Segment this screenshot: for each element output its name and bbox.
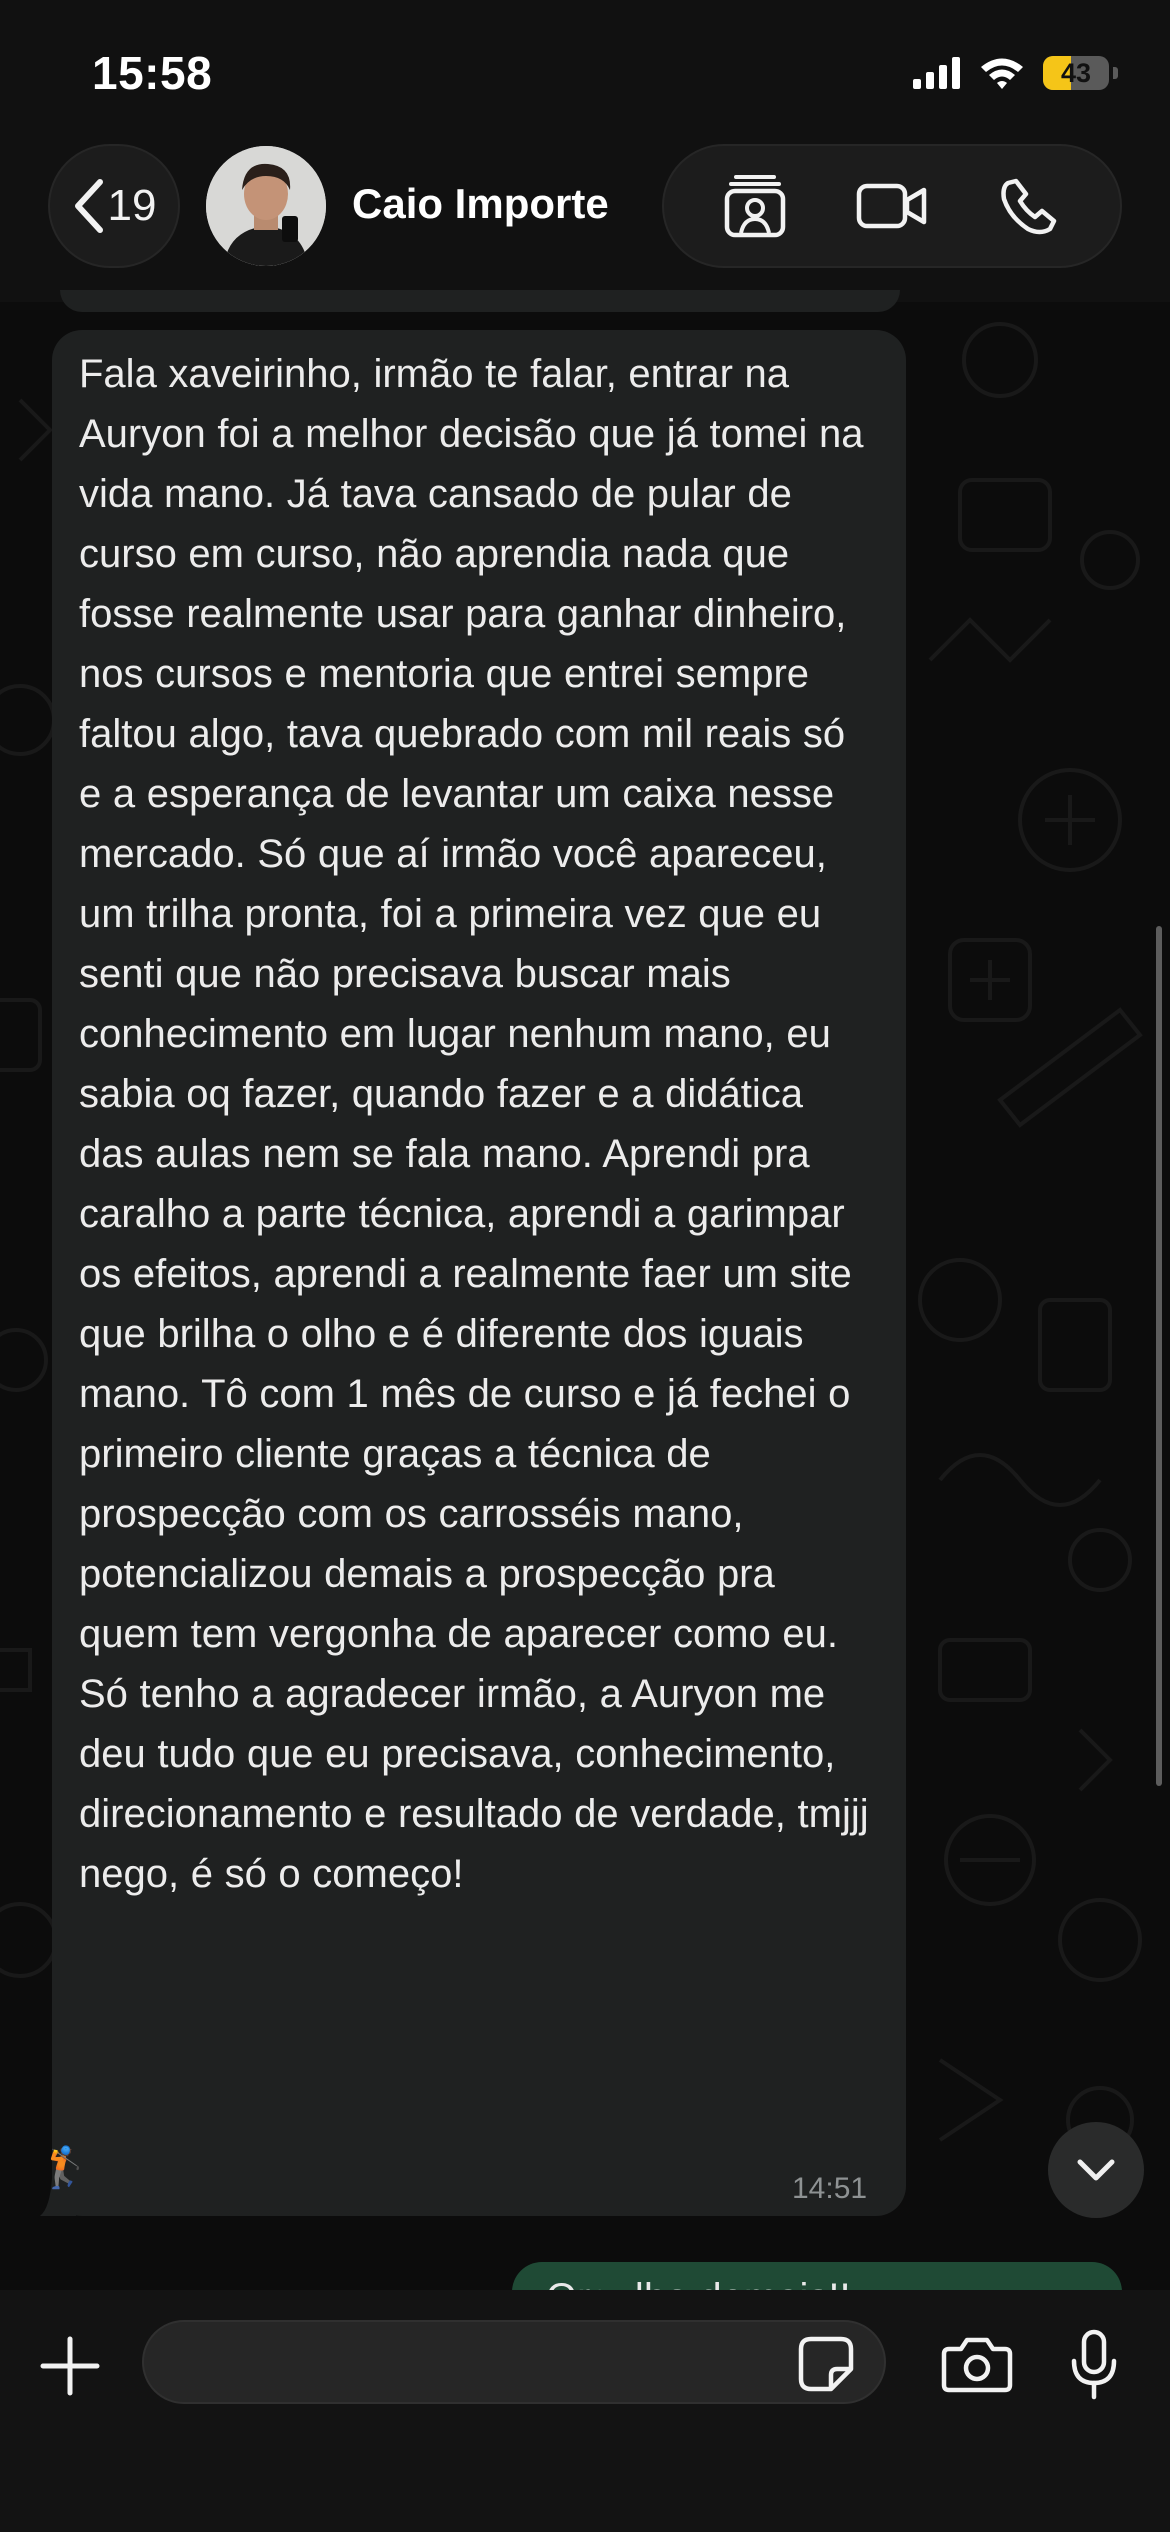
status-bar: 15:58 43 — [0, 0, 1170, 140]
microphone-icon — [1071, 2329, 1117, 2400]
received-message-bubble[interactable]: Fala xaveirinho, irmão te falar, entrar … — [52, 330, 906, 2216]
cellular-signal-icon — [913, 57, 960, 89]
phone-call-icon — [1001, 178, 1057, 235]
message-input-bar — [0, 2290, 1170, 2532]
status-time: 15:58 — [92, 47, 213, 99]
contact-name[interactable]: Caio Importe — [352, 180, 609, 228]
avatar[interactable] — [206, 146, 326, 266]
message-emoji: 🏌️ — [40, 2146, 90, 2190]
message-timestamp: 14:51 — [792, 2172, 868, 2205]
chat-header: 19 Caio Importe — [0, 140, 1170, 302]
attach-button[interactable] — [30, 2326, 110, 2406]
camera-icon — [941, 2337, 1013, 2393]
chevron-left-icon — [74, 179, 103, 233]
sticker-icon — [798, 2336, 854, 2392]
chat-screen: 15:58 43 19 Caio Importe Fala xaveirinho… — [0, 0, 1170, 2532]
plus-icon — [40, 2336, 100, 2396]
battery-indicator: 43 — [1043, 56, 1109, 90]
back-button[interactable]: 19 — [48, 144, 180, 268]
call-actions — [662, 144, 1122, 268]
message-text: Fala xaveirinho, irmão te falar, entrar … — [79, 352, 869, 1896]
avatar-photo — [206, 146, 326, 266]
chevron-down-icon — [1077, 2159, 1115, 2181]
battery-level: 43 — [1060, 57, 1092, 88]
scroll-to-bottom-button[interactable] — [1048, 2122, 1144, 2218]
video-call-icon — [856, 183, 927, 229]
scrollbar[interactable] — [1156, 926, 1162, 1786]
video-call-button[interactable] — [847, 161, 937, 251]
sticker-button[interactable] — [790, 2328, 862, 2400]
wifi-icon — [981, 58, 1023, 89]
microphone-button[interactable] — [1054, 2320, 1134, 2410]
phone-call-button[interactable] — [984, 161, 1074, 251]
message-input[interactable] — [142, 2320, 886, 2404]
contact-card-icon — [724, 175, 785, 238]
previous-message-bubble — [60, 290, 900, 312]
battery-tip — [1113, 67, 1118, 79]
camera-button[interactable] — [934, 2324, 1020, 2404]
contact-card-button[interactable] — [710, 161, 800, 251]
status-icons: 43 — [913, 50, 1118, 96]
unread-count: 19 — [107, 181, 157, 230]
